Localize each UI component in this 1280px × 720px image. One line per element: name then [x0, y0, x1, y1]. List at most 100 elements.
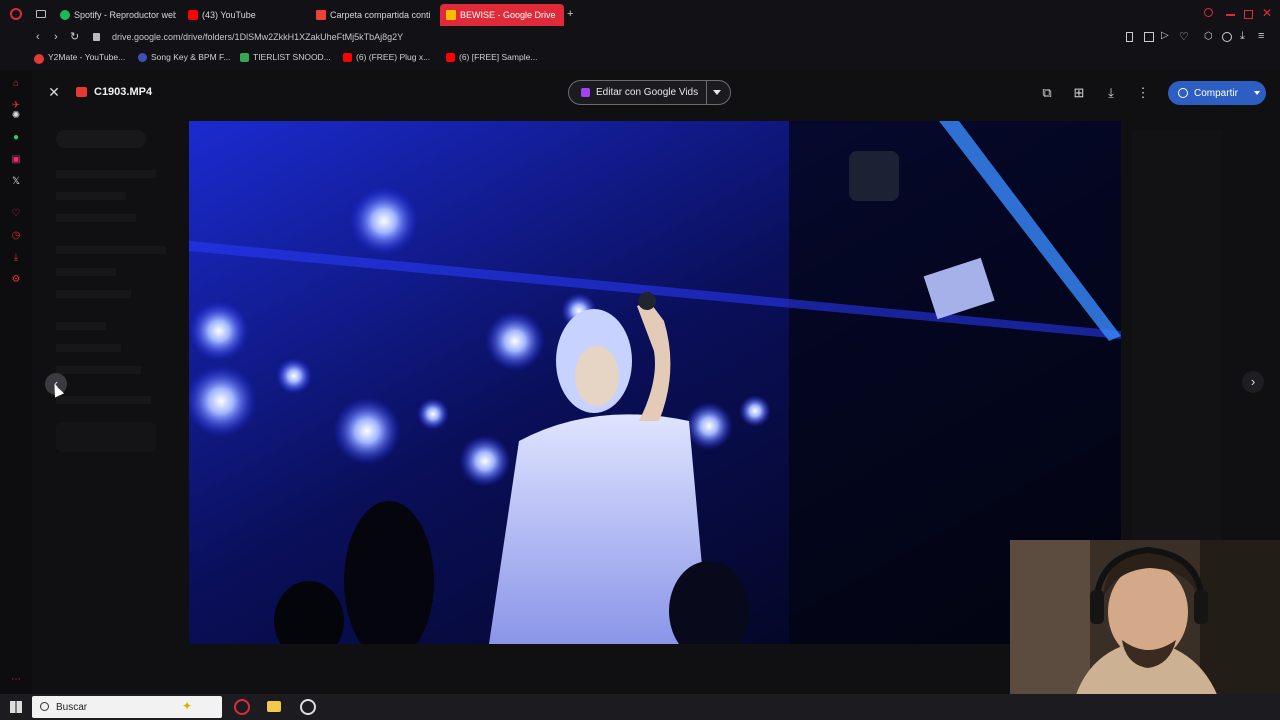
concert-video-frame — [189, 121, 1121, 644]
youtube-icon — [343, 52, 352, 62]
faded-nav-line — [56, 344, 121, 352]
gmail-icon — [316, 10, 326, 20]
download-icon[interactable]: ⤓ — [1103, 85, 1119, 101]
tab-label: BEWISE - Google Drive — [460, 10, 556, 20]
play-icon[interactable]: ▷ — [1161, 30, 1169, 41]
new-tab-icon[interactable]: + — [567, 8, 573, 20]
bookmark-label: TIERLIST SNOOD... — [253, 52, 331, 62]
chevron-right-icon[interactable]: › — [1242, 371, 1264, 393]
close-window-icon[interactable]: ✕ — [1262, 6, 1272, 20]
bookmark-song-key[interactable]: Song Key & BPM F... — [138, 52, 230, 62]
bookmarks-bar: Y2Mate - YouTube... Song Key & BPM F... … — [0, 48, 1280, 70]
extensions-icon[interactable]: ⬡ — [1204, 31, 1213, 42]
bookmark-plug[interactable]: (6) (FREE) Plug x... — [343, 52, 430, 62]
x-icon[interactable]: 𝕏 — [10, 176, 22, 188]
faded-nav-line — [56, 170, 156, 178]
search-tabs-icon[interactable] — [1204, 8, 1213, 17]
faded-nav-line — [56, 246, 166, 254]
minimize-icon[interactable] — [1226, 14, 1235, 16]
chatgpt-icon[interactable]: ✺ — [10, 110, 22, 122]
sheets-icon — [240, 52, 249, 62]
home-icon[interactable]: ⌂ — [10, 78, 22, 90]
url-field[interactable]: drive.google.com/drive/folders/1DlSMw2Zk… — [112, 32, 403, 42]
faded-nav-line — [56, 290, 131, 298]
edit-vids-label: Editar con Google Vids — [596, 87, 699, 98]
maximize-icon[interactable] — [1244, 10, 1253, 19]
settings-icon[interactable]: ⚙ — [10, 274, 22, 286]
opera-sidebar: ⌂ ✈ ✺ ● ▣ 𝕏 ♡ ◷ ⤓ ⚙ ⋯ — [0, 70, 32, 694]
song-key-icon — [138, 52, 147, 62]
bookmark-page-icon[interactable] — [1126, 32, 1133, 42]
easy-setup-icon[interactable]: ≡ — [1258, 30, 1264, 42]
favorites-icon[interactable]: ♡ — [10, 208, 22, 220]
tab-google-drive[interactable]: BEWISE - Google Drive — [440, 4, 564, 26]
downloads-sidebar-icon[interactable]: ⤓ — [10, 252, 22, 264]
share-label: Compartir — [1194, 87, 1238, 99]
opera-taskbar-icon[interactable] — [234, 699, 250, 715]
bookmark-label: (6) (FREE) Plug x... — [356, 52, 431, 62]
heart-icon[interactable]: ♡ — [1179, 30, 1189, 43]
chevron-down-icon[interactable] — [1254, 91, 1260, 95]
forward-icon[interactable]: › — [54, 31, 58, 43]
faded-nav-line — [56, 214, 136, 222]
google-vids-icon — [581, 88, 590, 97]
tab-label: Spotify - Reproductor web — [74, 10, 176, 20]
spotify-icon — [60, 10, 70, 20]
file-explorer-icon[interactable] — [267, 701, 281, 712]
bookmark-folder-icon[interactable] — [34, 54, 44, 64]
add-comment-icon[interactable]: ⊞ — [1071, 85, 1087, 101]
tab-overview-icon[interactable] — [36, 10, 46, 18]
back-icon[interactable]: ‹ — [36, 31, 40, 43]
bookmark-label: Y2Mate - YouTube... — [48, 52, 126, 62]
browser-tab-bar: Spotify - Reproductor web (43) YouTube C… — [0, 0, 1280, 28]
close-icon[interactable]: ✕ — [46, 84, 62, 100]
tab-spotify[interactable]: Spotify - Reproductor web — [54, 4, 176, 26]
snapshot-icon[interactable] — [1144, 32, 1154, 42]
edit-with-google-vids-button[interactable]: Editar con Google Vids — [568, 80, 731, 105]
search-placeholder: Buscar — [56, 701, 88, 713]
faded-nav-line — [56, 322, 106, 330]
faded-drive-background — [56, 130, 146, 148]
obs-icon[interactable] — [300, 699, 316, 715]
instagram-icon[interactable]: ▣ — [10, 154, 22, 166]
address-bar-row: ‹ › ↻ drive.google.com/drive/folders/1Dl… — [0, 28, 1280, 48]
downloads-icon[interactable]: ⤓ — [1240, 30, 1245, 43]
bookmark-sample[interactable]: (6) [FREE] Sample... — [446, 52, 537, 62]
sparkle-icon: ✦ — [182, 699, 193, 713]
more-sidebar-icon[interactable]: ⋯ — [10, 674, 22, 686]
tab-gmail[interactable]: Carpeta compartida conti — [310, 4, 432, 26]
faded-nav-line — [56, 396, 151, 404]
divider — [706, 80, 708, 105]
opera-logo-icon[interactable] — [10, 8, 22, 20]
tab-label: (43) YouTube — [202, 10, 256, 20]
profile-icon[interactable] — [1222, 32, 1232, 42]
faded-storage-box — [56, 422, 156, 452]
bookmark-label: (6) [FREE] Sample... — [459, 52, 538, 62]
faded-nav-line — [56, 192, 126, 200]
faded-nav-line — [56, 268, 116, 276]
bookmark-label: Song Key & BPM F... — [151, 52, 231, 62]
video-file-icon — [76, 87, 87, 97]
add-to-folder-icon[interactable]: ⧉ — [1039, 85, 1055, 101]
video-player[interactable] — [189, 121, 1121, 644]
bookmark-y2mate[interactable]: Y2Mate - YouTube... — [48, 52, 125, 62]
google-drive-icon — [446, 10, 456, 20]
webcam-overlay — [1010, 540, 1280, 720]
whatsapp-icon[interactable]: ● — [10, 132, 22, 144]
bookmark-tierlist[interactable]: TIERLIST SNOOD... — [240, 52, 331, 62]
people-icon — [1178, 88, 1188, 98]
faded-nav-line — [56, 366, 141, 374]
youtube-icon — [446, 52, 455, 62]
reload-icon[interactable]: ↻ — [70, 30, 79, 43]
history-icon[interactable]: ◷ — [10, 230, 22, 242]
taskbar-search-box[interactable]: Buscar ✦ — [32, 696, 222, 718]
windows-start-icon[interactable] — [10, 701, 22, 713]
share-button[interactable]: Compartir — [1168, 81, 1266, 105]
tab-youtube[interactable]: (43) YouTube — [182, 4, 302, 26]
tab-label: Carpeta compartida conti — [330, 10, 431, 20]
more-vert-icon[interactable]: ⋮ — [1135, 85, 1151, 101]
streamer-webcam-image — [1010, 540, 1280, 720]
lock-icon — [93, 33, 100, 41]
search-icon — [40, 702, 49, 711]
chevron-down-icon[interactable] — [713, 90, 722, 95]
